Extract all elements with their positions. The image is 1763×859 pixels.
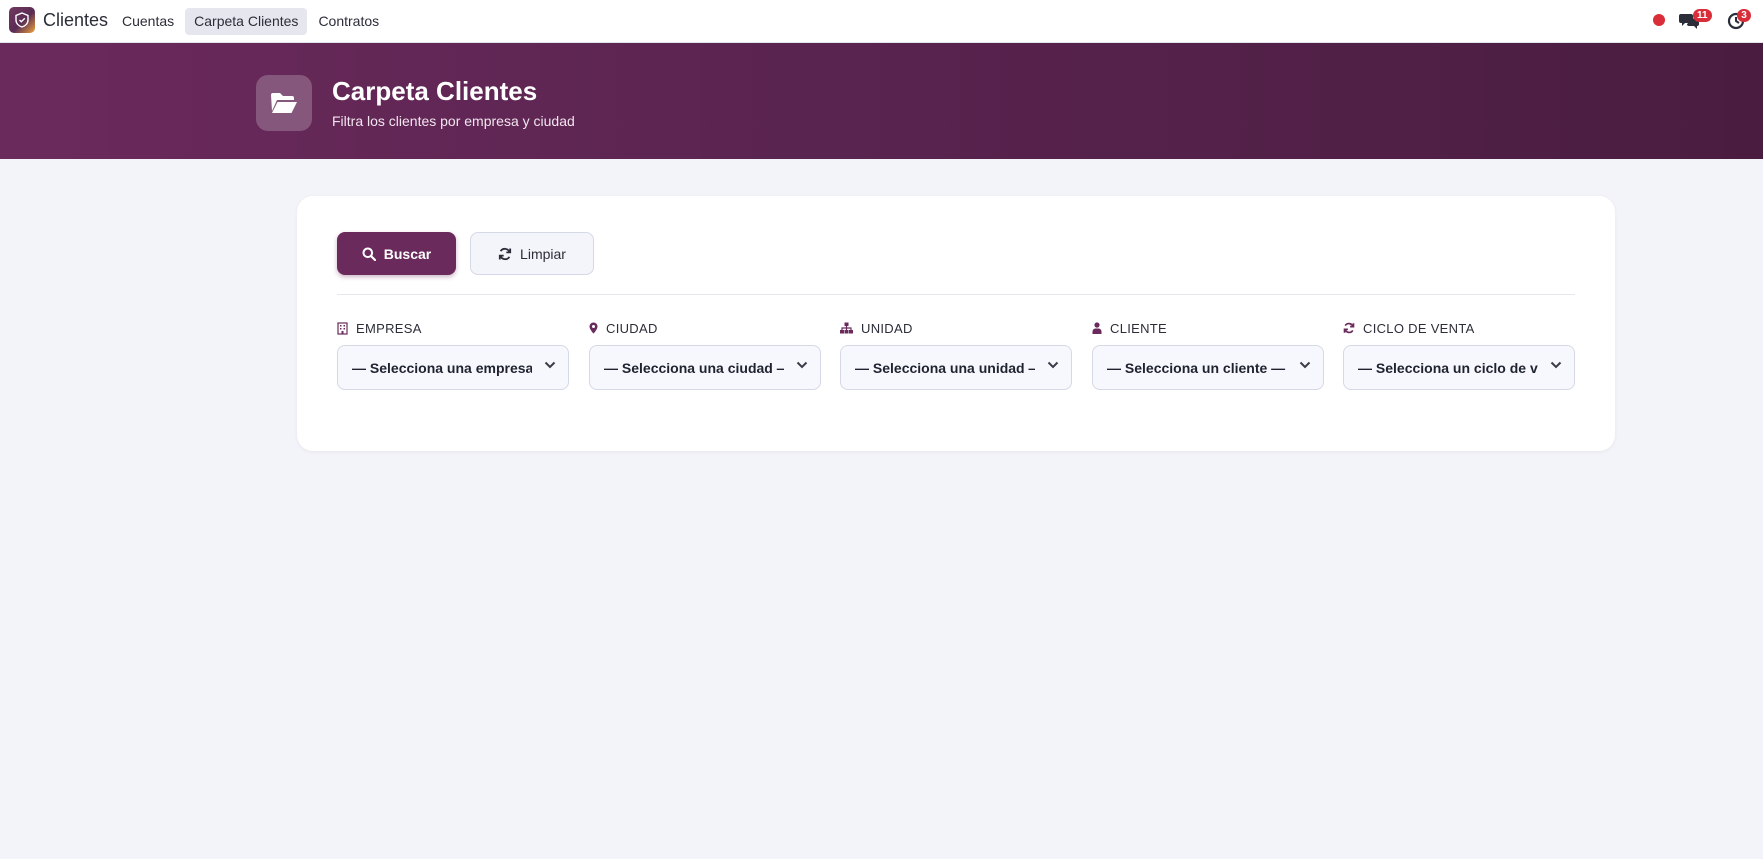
filter-empresa-label: EMPRESA	[356, 320, 422, 336]
filter-ciclo-de-venta-label: CICLO DE VENTA	[1363, 320, 1475, 336]
folder-open-icon	[271, 93, 297, 113]
clear-button-label: Limpiar	[520, 245, 566, 262]
empresa-select[interactable]: — Selecciona una empresa —	[337, 345, 569, 390]
page-subtitle: Filtra los clientes por empresa y ciudad	[332, 113, 575, 129]
filter-unidad: UNIDAD — Selecciona una unidad —	[840, 320, 1072, 390]
main-menu: Cuentas Carpeta Clientes Contratos	[113, 8, 390, 35]
cliente-select-value: — Selecciona un cliente —	[1107, 359, 1286, 376]
chevron-down-icon	[1299, 361, 1311, 369]
menu-item-carpeta-clientes[interactable]: Carpeta Clientes	[185, 8, 308, 35]
divider	[337, 294, 1575, 295]
refresh-icon	[1343, 322, 1355, 334]
filter-empresa: EMPRESA — Selecciona una empresa —	[337, 320, 569, 390]
search-button-label: Buscar	[383, 245, 432, 262]
cliente-select[interactable]: — Selecciona un cliente —	[1092, 345, 1324, 390]
chevron-down-icon	[1550, 361, 1562, 369]
filter-cliente-label: CLIENTE	[1110, 320, 1168, 336]
filter-unidad-label-row: UNIDAD	[840, 320, 1072, 336]
search-button[interactable]: Buscar	[337, 232, 456, 275]
ciclo-de-venta-select[interactable]: — Selecciona un ciclo de venta —	[1343, 345, 1575, 390]
unidad-select-value: — Selecciona una unidad —	[855, 359, 1035, 376]
filter-ciclo-de-venta: CICLO DE VENTA — Selecciona un ciclo de …	[1343, 320, 1575, 390]
sitemap-icon	[840, 322, 853, 334]
header-icon-box	[256, 75, 312, 131]
ciclo-de-venta-select-value: — Selecciona un ciclo de venta —	[1358, 359, 1538, 376]
filter-ciclo-label-row: CICLO DE VENTA	[1343, 320, 1575, 336]
chevron-down-icon	[796, 361, 808, 369]
chevron-down-icon	[544, 361, 556, 369]
filter-cliente-label-row: CLIENTE	[1092, 320, 1324, 336]
refresh-icon	[498, 247, 512, 260]
user-icon	[1092, 322, 1102, 334]
page-header: Carpeta Clientes Filtra los clientes por…	[0, 43, 1763, 159]
messages-count-badge: 11	[1693, 9, 1712, 22]
map-marker-icon	[589, 322, 598, 334]
menu-item-contratos[interactable]: Contratos	[309, 8, 388, 35]
search-icon	[362, 247, 376, 261]
filter-ciudad-label: CIUDAD	[606, 320, 658, 336]
filter-cliente: CLIENTE — Selecciona un cliente —	[1092, 320, 1324, 390]
building-icon	[337, 321, 348, 335]
unidad-select[interactable]: — Selecciona una unidad —	[840, 345, 1072, 390]
filter-card: Buscar Limpiar EMPRESA — Selecciona una …	[297, 196, 1615, 451]
filter-empresa-label-row: EMPRESA	[337, 320, 569, 336]
ciudad-select[interactable]: — Selecciona una ciudad —	[589, 345, 821, 390]
filter-unidad-label: UNIDAD	[861, 320, 913, 336]
filter-ciudad-label-row: CIUDAD	[589, 320, 821, 336]
filter-ciudad: CIUDAD — Selecciona una ciudad —	[589, 320, 821, 390]
shield-icon	[15, 12, 29, 28]
top-navbar: Clientes Cuentas Carpeta Clientes Contra…	[0, 0, 1763, 43]
ciudad-select-value: — Selecciona una ciudad —	[604, 359, 784, 376]
clear-button[interactable]: Limpiar	[470, 232, 594, 275]
app-name[interactable]: Clientes	[43, 10, 108, 31]
empresa-select-value: — Selecciona una empresa —	[352, 359, 532, 376]
status-indicator[interactable]	[1653, 14, 1665, 26]
app-logo-icon[interactable]	[9, 7, 35, 33]
page-title: Carpeta Clientes	[332, 76, 538, 106]
menu-item-cuentas[interactable]: Cuentas	[113, 8, 183, 35]
activities-count-badge: 3	[1737, 9, 1751, 22]
chevron-down-icon	[1047, 361, 1059, 369]
